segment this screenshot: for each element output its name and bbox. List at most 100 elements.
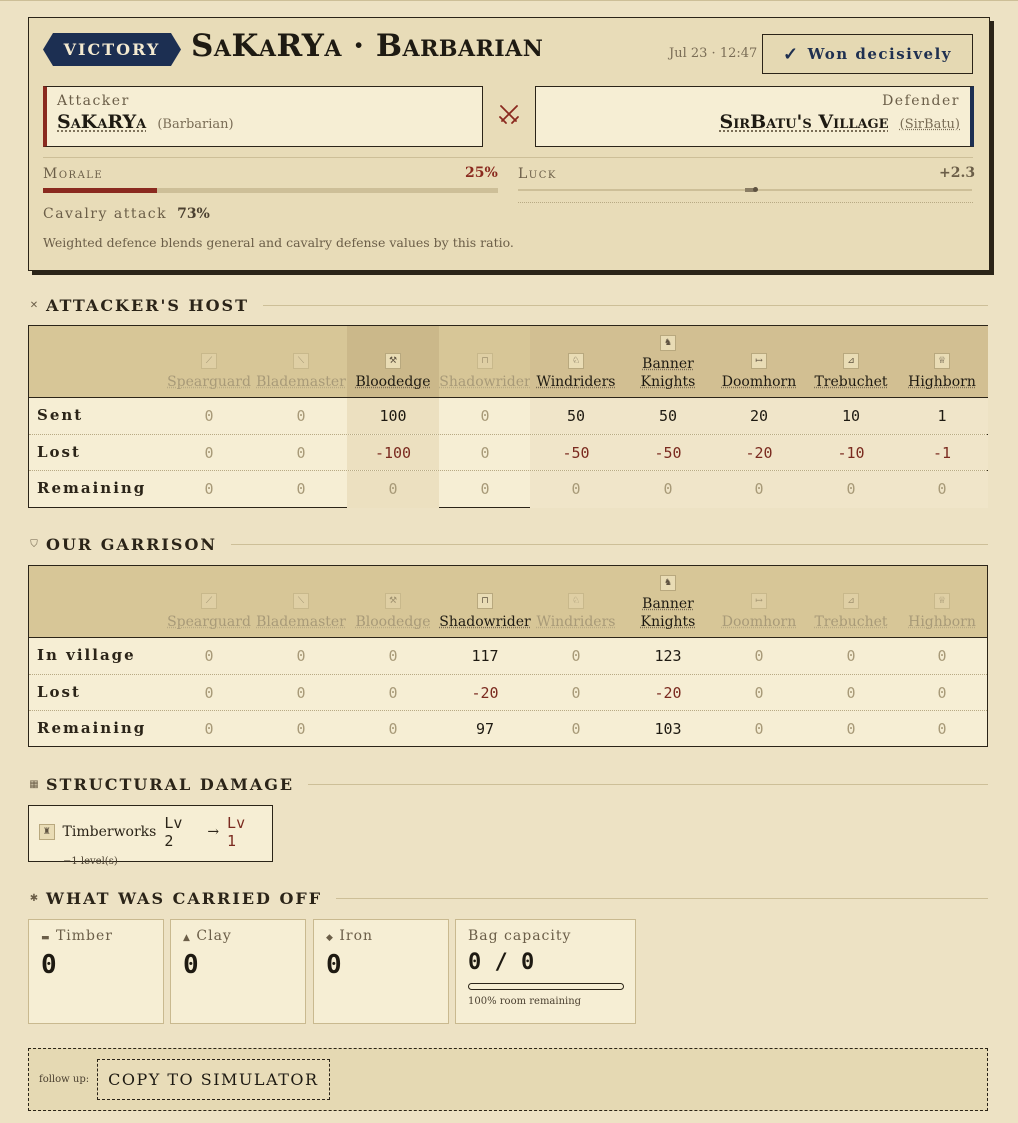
unit-name[interactable]: Trebuchet <box>814 613 887 631</box>
our-garrison-table: ⟋ Spearguard ⟍ Blademaster ⚒ Bloodedge ⊓ Shadow… <box>28 565 988 747</box>
unit-name[interactable]: Trebuchet <box>814 373 887 391</box>
garrison-col-doomhorn: ↦ Doomhorn <box>713 566 805 637</box>
clay-label: Clay <box>196 928 232 944</box>
table-row: Sent 0 0 100 0 50 50 20 10 1 <box>29 398 988 435</box>
iron-icon: ◆ <box>326 933 334 943</box>
table-cell: 0 <box>204 720 214 738</box>
defender-role-label: Defender <box>882 93 960 109</box>
table-cell: 0 <box>388 480 398 498</box>
catapult-icon: ⊿ <box>843 593 859 609</box>
table-cell: 0 <box>846 720 856 738</box>
clay-icon: ▲ <box>183 933 191 943</box>
crown-icon: ♕ <box>934 353 950 369</box>
table-cell: -50 <box>654 443 682 462</box>
unit-name[interactable]: Banner Knights <box>641 595 696 631</box>
attackers-host-heading: ✕ ATTACKER'S HOST <box>28 295 988 315</box>
row-label: Lost <box>37 442 81 461</box>
shield-icon: ⛉ <box>30 538 38 550</box>
crown-icon: ♕ <box>934 593 950 609</box>
attack-header: ⟋ Spearguard ⟍ Blademaster ⚒ Bloodedge ⊓ Shadow… <box>29 326 988 398</box>
unit-name[interactable]: Shadowrider <box>439 613 530 631</box>
garrison-col-banner-knights: ♞ Banner Knights <box>622 566 714 637</box>
table-cell: -20 <box>471 683 499 702</box>
table-cell: 0 <box>480 443 490 462</box>
level-after: Lv 1 <box>227 814 246 850</box>
iron-label: Iron <box>339 928 374 944</box>
level-change-note: −1 level(s) <box>63 856 118 867</box>
table-cell: 0 <box>388 720 398 738</box>
attackers-host-table: ⟋ Spearguard ⟍ Blademaster ⚒ Bloodedge ⊓ Shadow… <box>28 325 988 508</box>
attack-col-blademaster: ⟍ Blademaster <box>255 326 347 397</box>
outcome-badge: ✓ Won decisively <box>762 34 973 74</box>
iron-value: 0 <box>326 950 342 980</box>
unit-name[interactable]: Blademaster <box>256 373 346 391</box>
table-cell: 0 <box>571 683 581 702</box>
unit-name[interactable]: Highborn <box>908 373 976 391</box>
unit-name[interactable]: Shadowrider <box>439 373 530 391</box>
attacker-name-link[interactable]: SaKaRYa <box>57 111 146 133</box>
table-cell: 117 <box>471 647 499 665</box>
morale-value: 25% <box>465 165 498 181</box>
garrison-col-trebuchet: ⊿ Trebuchet <box>805 566 897 637</box>
unit-name[interactable]: Highborn <box>908 613 976 631</box>
unit-name[interactable]: Doomhorn <box>722 373 797 391</box>
banner-icon: ⊓ <box>477 593 493 609</box>
unit-name[interactable]: Bloodedge <box>355 613 430 631</box>
attack-col-highborn: ♕ Highborn <box>896 326 988 397</box>
unit-name[interactable]: Windriders <box>537 613 616 631</box>
table-cell: 0 <box>388 647 398 665</box>
row-label: Sent <box>37 406 84 424</box>
unit-name[interactable]: Spearguard <box>167 613 251 631</box>
morale-bar <box>43 188 498 193</box>
horse-icon: ♘ <box>568 593 584 609</box>
unit-name[interactable]: Doomhorn <box>722 613 797 631</box>
wheat-icon: ✱ <box>29 892 39 904</box>
attack-col-shadowrider: ⊓ Shadowrider <box>439 326 531 397</box>
table-cell: 50 <box>566 407 586 425</box>
unit-name[interactable]: Banner Knights <box>641 355 696 391</box>
axe-icon: ⚒ <box>385 353 401 369</box>
table-cell: 0 <box>296 480 306 498</box>
unit-name[interactable]: Bloodedge <box>355 373 430 391</box>
table-cell: 0 <box>846 683 856 702</box>
table-cell: 0 <box>937 647 947 665</box>
table-row: Remaining 0 0 0 97 0 103 0 0 0 <box>29 711 987 748</box>
crossed-swords-icon: ✕ <box>29 299 39 311</box>
table-cell: -10 <box>837 443 865 462</box>
timber-value: 0 <box>41 950 57 980</box>
table-cell: 0 <box>296 407 306 425</box>
morale-label: Morale <box>43 166 104 182</box>
garrison-col-blademaster: ⟍ Blademaster <box>255 566 347 637</box>
table-cell: 0 <box>754 720 764 738</box>
table-cell: 0 <box>388 683 398 702</box>
level-before: Lv 2 <box>164 814 183 850</box>
luck-label: Luck <box>518 166 557 182</box>
row-label: Remaining <box>37 719 147 737</box>
table-cell: 0 <box>937 480 947 498</box>
table-row: Lost 0 0 0 -20 0 -20 0 0 0 <box>29 675 987 711</box>
wall-icon: ▦ <box>29 778 39 790</box>
divider <box>518 202 973 203</box>
our-garrison-heading: ⛉ OUR GARRISON <box>28 534 988 554</box>
table-cell: -1 <box>932 443 952 462</box>
defender-village-link[interactable]: SirBatu's Village <box>720 111 889 133</box>
axe-icon: ⚒ <box>385 593 401 609</box>
row-label: Remaining <box>37 479 147 497</box>
crossed-swords-icon <box>499 105 519 124</box>
structural-damage-card: ♜ Timberworks Lv 2 → Lv 1 −1 level(s) <box>28 805 273 867</box>
copy-to-simulator-button[interactable]: COPY TO SIMULATOR <box>97 1059 330 1100</box>
table-cell: 100 <box>379 407 407 425</box>
capacity-bar <box>468 983 624 990</box>
defender-owner-link[interactable]: (SirBatu) <box>900 117 960 132</box>
loot-capacity: Bag capacity 0 / 0 100% room remaining <box>455 919 636 1024</box>
attack-col-windriders: ♘ Windriders <box>530 326 622 397</box>
unit-name[interactable]: Blademaster <box>256 613 346 631</box>
unit-name[interactable]: Windriders <box>537 373 616 391</box>
morale-bar-fill <box>43 188 157 193</box>
lumber-mill-icon: ♜ <box>39 824 55 840</box>
capacity-note: 100% room remaining <box>468 996 582 1007</box>
unit-name[interactable]: Spearguard <box>167 373 251 391</box>
outcome-label: Won decisively <box>807 45 953 63</box>
table-cell: 97 <box>475 720 495 738</box>
ram-icon: ↦ <box>751 593 767 609</box>
